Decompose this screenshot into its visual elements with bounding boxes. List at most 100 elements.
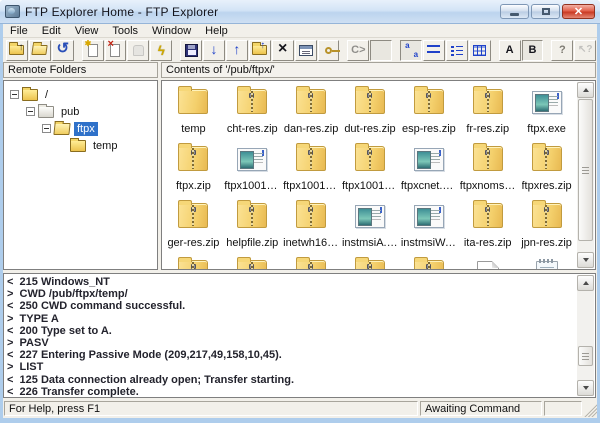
file-item[interactable]: ita-res.zip (458, 197, 517, 254)
file-item[interactable] (164, 254, 223, 269)
file-item[interactable]: ftpx.zip (164, 140, 223, 197)
minimize-icon (510, 12, 519, 16)
scroll-thumb[interactable] (578, 346, 593, 366)
toolbar-button[interactable]: ? (551, 39, 574, 61)
toolbar-button[interactable] (445, 39, 468, 61)
toolbar-button[interactable]: ↑ (225, 39, 248, 61)
close-button[interactable]: ✕ (562, 4, 595, 19)
file-item[interactable] (341, 254, 400, 269)
file-item[interactable]: jpn-res.zip (517, 197, 576, 254)
scroll-thumb[interactable] (578, 99, 593, 241)
file-item[interactable]: cht-res.zip (223, 83, 282, 140)
toolbar-button[interactable]: ↺ (51, 39, 74, 61)
tree-item[interactable]: / (4, 86, 157, 103)
tree-item-label[interactable]: temp (90, 139, 120, 153)
toolbar-button[interactable] (400, 39, 423, 61)
file-item[interactable]: ftpxnomsi.zip (458, 140, 517, 197)
maximize-button[interactable] (531, 4, 560, 19)
file-item[interactable]: dan-res.zip (282, 83, 341, 140)
toolbar-button[interactable] (370, 39, 393, 301)
scroll-down-icon[interactable] (577, 380, 594, 396)
toolbar-button[interactable]: B (521, 39, 544, 61)
file-item[interactable] (399, 254, 458, 269)
file-item[interactable]: dut-res.zip (341, 83, 400, 140)
resize-grip[interactable] (584, 404, 597, 417)
tree-item[interactable]: ftpx (4, 120, 157, 137)
tree-item-label[interactable]: ftpx (74, 121, 98, 136)
toolbar-button[interactable] (248, 39, 271, 61)
contents-panel[interactable]: temp cht-res.zip dan-res.zip dut-res.zip… (161, 80, 596, 270)
tree-expander-icon[interactable] (26, 107, 35, 116)
toolbar-button[interactable] (544, 40, 550, 61)
file-item[interactable]: fr-res.zip (458, 83, 517, 140)
file-name: ger-res.zip (167, 237, 220, 249)
tree-expander-icon[interactable] (10, 90, 19, 99)
tree-item-label[interactable]: pub (58, 105, 82, 119)
file-icon (296, 200, 327, 228)
file-item[interactable] (282, 254, 341, 269)
menu-item[interactable]: Tools (105, 24, 145, 37)
file-item[interactable] (223, 254, 282, 269)
toolbar-button[interactable] (393, 40, 399, 61)
file-icon (296, 143, 327, 171)
file-item[interactable]: ftpx10010.zip (282, 140, 341, 197)
menu-item[interactable]: Edit (35, 24, 68, 37)
toolbar-button[interactable] (127, 39, 150, 61)
file-item[interactable]: inetwh16.zip (282, 197, 341, 254)
toolbar-button[interactable] (317, 39, 340, 61)
file-item[interactable]: instmsiA.exe (341, 197, 400, 254)
menu-item[interactable]: View (68, 24, 106, 37)
toolbar-button[interactable]: ϟ (150, 39, 173, 61)
minimize-button[interactable] (500, 4, 529, 19)
toolbar-button[interactable]: ↓ (203, 39, 225, 61)
tree-item[interactable]: pub (4, 103, 157, 120)
toolbar-button[interactable]: C> (347, 39, 370, 61)
log-scrollbar[interactable] (577, 275, 594, 396)
toolbar-button[interactable]: × (271, 39, 294, 61)
file-item[interactable]: ftpxcnet.exe (399, 140, 458, 197)
toolbar-button[interactable] (81, 39, 104, 61)
file-name: ftpx.zip (175, 180, 211, 192)
file-item[interactable]: temp (164, 83, 223, 140)
toolbar-button[interactable] (423, 39, 445, 61)
toolbar-button[interactable] (294, 39, 317, 61)
ftp-log-panel[interactable]: < 215 Windows_NT > CWD /pub/ftpx/temp/< 2… (3, 273, 596, 398)
scroll-up-icon[interactable] (577, 82, 594, 98)
remote-folders-tree[interactable]: / pub ftpx temp (3, 80, 158, 270)
menu-item[interactable]: Window (145, 24, 198, 37)
toolbar-button[interactable] (468, 39, 491, 61)
file-item[interactable] (517, 254, 576, 269)
file-item[interactable]: ftpx.exe (517, 83, 576, 140)
toolbar-button[interactable] (492, 40, 498, 61)
scroll-down-icon[interactable] (577, 252, 594, 268)
files-scrollbar[interactable] (577, 82, 594, 268)
file-icon (237, 257, 268, 269)
toolbar-button[interactable] (104, 39, 127, 61)
tree-item-label[interactable]: / (42, 88, 51, 102)
toolbar-button[interactable] (180, 39, 203, 61)
file-item[interactable]: ftpx10010_... (341, 140, 400, 197)
toolbar-button[interactable]: A (498, 39, 521, 61)
file-item[interactable]: esp-res.zip (399, 83, 458, 140)
menu-item[interactable]: Help (198, 24, 235, 37)
toolbar-button[interactable] (75, 40, 81, 61)
file-item[interactable] (458, 254, 517, 269)
toolbar-button[interactable] (6, 39, 28, 61)
file-item[interactable]: ftpx10010.exe (223, 140, 282, 197)
title-bar[interactable]: FTP Explorer Home - FTP Explorer ✕ (0, 0, 600, 24)
file-item[interactable]: instmsiW.exe (399, 197, 458, 254)
menu-item[interactable]: File (3, 24, 35, 37)
file-icon (531, 143, 562, 171)
toolbar-button[interactable] (28, 39, 51, 61)
toolbar-button[interactable]: ↖? (574, 39, 597, 61)
tree-expander-icon[interactable] (42, 124, 51, 133)
log-line: < 125 Data connection already open; Tran… (7, 373, 295, 386)
tree-item[interactable]: temp (4, 137, 157, 154)
toolbar-button[interactable] (340, 40, 346, 61)
file-item[interactable]: ger-res.zip (164, 197, 223, 254)
file-icon (476, 261, 499, 269)
scroll-up-icon[interactable] (577, 275, 594, 291)
toolbar-button[interactable] (173, 40, 179, 61)
file-item[interactable]: ftpxres.zip (517, 140, 576, 197)
file-item[interactable]: helpfile.zip (223, 197, 282, 254)
